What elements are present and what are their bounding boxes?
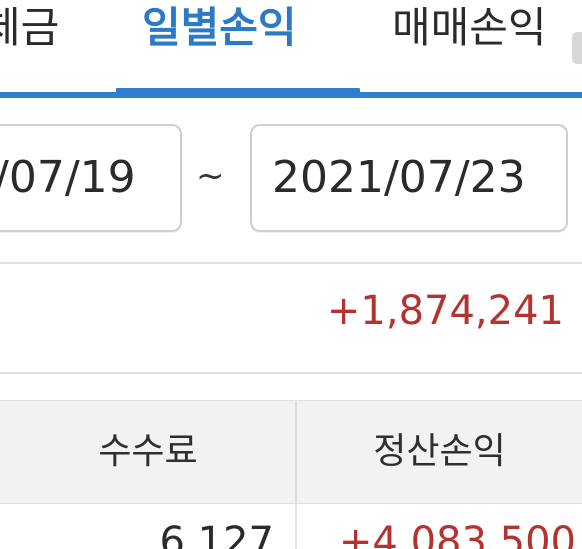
- fee-cell: 6,127: [159, 519, 274, 549]
- daily-pnl-screen: 체금 일별손익 매매손익 /07/19 ~ 2021/07/23 +1,874,…: [0, 0, 582, 549]
- tab-daily-pnl[interactable]: 일별손익: [142, 0, 297, 56]
- scroll-indicator: [572, 32, 582, 64]
- tab-bar: 체금 일별손익 매매손익: [0, 0, 582, 98]
- divider: [0, 372, 582, 374]
- column-header-settlement-pnl: 정산손익: [373, 431, 506, 472]
- date-range-row: /07/19 ~ 2021/07/23: [0, 98, 582, 263]
- settlement-pnl-cell: +4,083,500: [338, 519, 576, 549]
- table-row[interactable]: 6,127 +4,083,500: [0, 504, 582, 549]
- start-date-field[interactable]: /07/19: [0, 124, 182, 232]
- table-header: 수수료 정산손익: [0, 400, 582, 505]
- tab-partial-left[interactable]: 체금: [0, 0, 59, 56]
- column-separator: [295, 504, 297, 549]
- date-range-separator: ~: [196, 156, 225, 196]
- divider: [0, 262, 582, 264]
- end-date-field[interactable]: 2021/07/23: [250, 124, 568, 232]
- tab-trade-pnl[interactable]: 매매손익: [392, 0, 547, 56]
- active-tab-indicator: [116, 88, 360, 98]
- total-pnl-value: +1,874,241: [326, 288, 564, 334]
- column-header-fee: 수수료: [98, 431, 198, 472]
